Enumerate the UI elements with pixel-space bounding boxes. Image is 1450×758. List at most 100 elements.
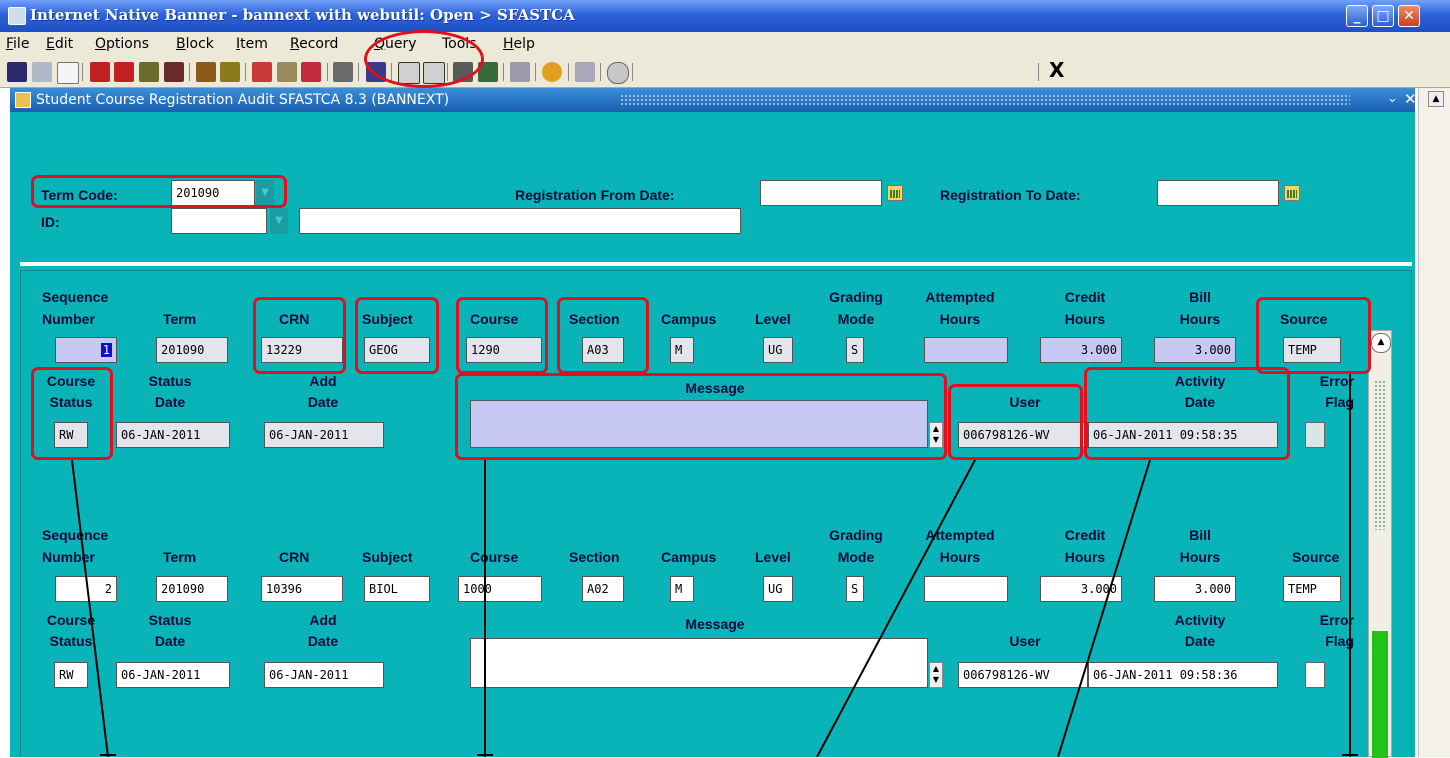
- exit-button[interactable]: X: [1049, 58, 1064, 82]
- add-date-field[interactable]: 06-JAN-2011: [264, 662, 384, 688]
- sequence-field[interactable]: 1: [55, 337, 117, 363]
- activity-label: Activity: [1174, 373, 1226, 389]
- activity-date-field[interactable]: 06-JAN-2011 09:58:36: [1088, 662, 1278, 688]
- previous-record-icon[interactable]: [220, 62, 240, 82]
- home-icon[interactable]: [575, 62, 595, 82]
- crn-field[interactable]: 13229: [261, 337, 343, 363]
- subject-field[interactable]: GEOG: [364, 337, 430, 363]
- term-field[interactable]: 201090: [156, 576, 228, 602]
- scroll-thumb[interactable]: [1372, 631, 1388, 758]
- close-button[interactable]: ✕: [1398, 5, 1420, 27]
- sequence-label: Sequence: [42, 289, 109, 305]
- status-date-date-label: Date: [154, 394, 186, 410]
- section-field[interactable]: A02: [582, 576, 624, 602]
- print-icon[interactable]: [57, 62, 79, 84]
- message-scroll-icon[interactable]: ▲ ▼: [929, 422, 943, 448]
- id-field[interactable]: [171, 208, 267, 234]
- crn-field[interactable]: 10396: [261, 576, 343, 602]
- id-lov-icon[interactable]: ▼: [270, 208, 288, 234]
- term-lov-icon[interactable]: ▼: [256, 180, 274, 206]
- attempted-hours-field[interactable]: [924, 576, 1008, 602]
- status-date-field[interactable]: 06-JAN-2011: [116, 662, 230, 688]
- grading-mode-field[interactable]: S: [846, 576, 864, 602]
- scroll-up-icon[interactable]: ▲: [1428, 91, 1444, 107]
- add-date-field[interactable]: 06-JAN-2011: [264, 422, 384, 448]
- term-code-field[interactable]: 201090: [171, 180, 255, 206]
- window-titlebar[interactable]: Internet Native Banner - bannext with we…: [0, 0, 1450, 32]
- course-field[interactable]: 1290: [466, 337, 542, 363]
- help-icon[interactable]: [607, 62, 629, 84]
- navigate-icon[interactable]: [542, 62, 562, 82]
- toolbar-separator: [327, 63, 328, 81]
- bill-hours-field[interactable]: 3.000: [1154, 576, 1236, 602]
- maximize-button[interactable]: □: [1372, 5, 1394, 27]
- campus-field[interactable]: M: [670, 576, 694, 602]
- status-date-field[interactable]: 06-JAN-2011: [116, 422, 230, 448]
- student-name-field[interactable]: [299, 208, 741, 234]
- menu-options[interactable]: Options: [95, 36, 149, 52]
- scroll-up-icon[interactable]: ▲: [1371, 333, 1391, 353]
- window-scrollbar[interactable]: ▲: [1418, 88, 1450, 757]
- bill-hours-label: Hours: [1179, 311, 1221, 327]
- course-status-field[interactable]: RW: [54, 662, 88, 688]
- remove-record-icon[interactable]: [114, 62, 134, 82]
- campus-field[interactable]: M: [670, 337, 694, 363]
- menu-help[interactable]: Help: [503, 36, 535, 52]
- attempted-hours-field[interactable]: [924, 337, 1008, 363]
- rollback-icon[interactable]: [32, 62, 52, 82]
- activity-date-field[interactable]: 06-JAN-2011 09:58:35: [1088, 422, 1278, 448]
- menu-record[interactable]: Record: [290, 36, 338, 52]
- activity-label: Activity: [1174, 612, 1226, 628]
- attempted-label: Attempted: [925, 289, 995, 305]
- execute-query-icon[interactable]: [277, 62, 297, 82]
- credit-hours-field[interactable]: 3.000: [1040, 576, 1122, 602]
- menu-block[interactable]: Block: [176, 36, 214, 52]
- credit-hours-field[interactable]: 3.000: [1040, 337, 1122, 363]
- level-field[interactable]: UG: [763, 576, 793, 602]
- insert-record-icon[interactable]: [90, 62, 110, 82]
- reg-from-date-field[interactable]: [760, 180, 882, 206]
- user-field[interactable]: 006798126-WV: [958, 662, 1088, 688]
- message-scroll-icon[interactable]: ▲ ▼: [929, 662, 943, 688]
- course-status-field[interactable]: RW: [54, 422, 88, 448]
- menu-edit[interactable]: Edit: [46, 36, 73, 52]
- section-label: Section: [569, 549, 620, 565]
- sequence-field[interactable]: 2: [55, 576, 117, 602]
- user-label: User: [1009, 633, 1041, 649]
- crn-label: CRN: [279, 549, 310, 565]
- next-record-icon[interactable]: [196, 62, 216, 82]
- course-status-label: Course: [46, 612, 96, 628]
- user-field[interactable]: 006798126-WV: [958, 422, 1088, 448]
- source-field[interactable]: TEMP: [1283, 576, 1341, 602]
- form-minimize-icon[interactable]: ⌄: [1387, 91, 1398, 106]
- course-label: Course: [470, 311, 519, 327]
- previous-block-icon[interactable]: [164, 62, 184, 82]
- message-field[interactable]: [470, 400, 928, 448]
- toolbar: X: [0, 56, 1450, 88]
- error-flag-checkbox[interactable]: [1305, 662, 1325, 688]
- minimize-button[interactable]: _: [1346, 5, 1368, 27]
- export-icon[interactable]: [333, 62, 353, 82]
- error-flag-checkbox[interactable]: [1305, 422, 1325, 448]
- calendar-icon[interactable]: [1284, 185, 1300, 201]
- term-field[interactable]: 201090: [156, 337, 228, 363]
- message-field[interactable]: [470, 638, 928, 688]
- bill-hours-field[interactable]: 3.000: [1154, 337, 1236, 363]
- section-field[interactable]: A03: [582, 337, 624, 363]
- save-icon[interactable]: [7, 62, 27, 82]
- level-field[interactable]: UG: [763, 337, 793, 363]
- cancel-query-icon[interactable]: [301, 62, 321, 82]
- reg-to-date-field[interactable]: [1157, 180, 1279, 206]
- toolbar-separator: [535, 63, 536, 81]
- form-close-icon[interactable]: ✕: [1404, 90, 1417, 108]
- course-field[interactable]: 1000: [458, 576, 542, 602]
- next-block-icon[interactable]: [139, 62, 159, 82]
- enter-query-icon[interactable]: [252, 62, 272, 82]
- source-field[interactable]: TEMP: [1283, 337, 1341, 363]
- calendar-icon[interactable]: [887, 185, 903, 201]
- menu-item[interactable]: Item: [236, 36, 268, 52]
- grading-mode-field[interactable]: S: [846, 337, 864, 363]
- menu-file[interactable]: File: [6, 36, 29, 52]
- sound-icon[interactable]: [510, 62, 530, 82]
- subject-field[interactable]: BIOL: [364, 576, 430, 602]
